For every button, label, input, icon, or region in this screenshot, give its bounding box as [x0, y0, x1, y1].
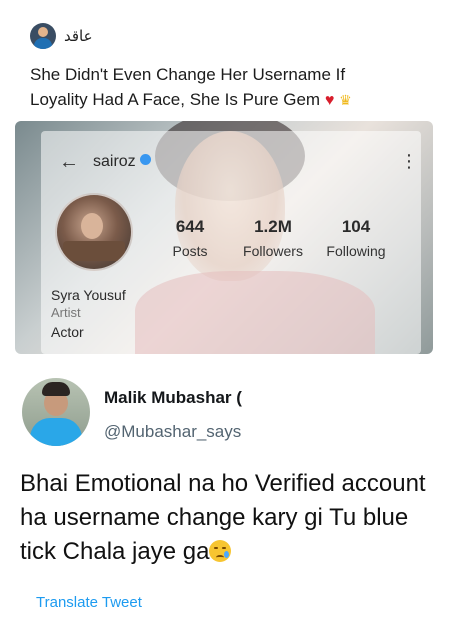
- tweet-display-name[interactable]: Malik Mubashar (: [104, 388, 242, 408]
- ig-profile-picture: [55, 193, 133, 271]
- crown-emoji-icon: ♛: [339, 92, 352, 108]
- translate-tweet-link[interactable]: Translate Tweet: [36, 594, 142, 611]
- sad-face-emoji-icon: [209, 540, 232, 562]
- tweet-text: Bhai Emotional na ho Verified account ha…: [20, 467, 440, 569]
- post-author[interactable]: عاقد: [30, 22, 93, 50]
- ig-profile-name: Syra Yousuf: [51, 287, 126, 303]
- more-options-icon: ⋮: [400, 151, 418, 171]
- instagram-profile-screenshot: ← sairoz ⋮ 644 Posts 1.2M Followers 104 …: [15, 121, 433, 354]
- stat-posts: 644 Posts: [172, 217, 208, 259]
- caption-line-2: Loyality Had A Face, She Is Pure Gem: [30, 90, 321, 109]
- verified-badge-icon: [139, 154, 151, 165]
- post-author-avatar[interactable]: [30, 23, 56, 49]
- post-author-name[interactable]: عاقد: [64, 27, 93, 45]
- stat-following: 104 Following: [326, 217, 386, 259]
- back-arrow-icon: ←: [59, 151, 79, 173]
- post-caption: She Didn't Even Change Her Username If L…: [30, 62, 430, 113]
- caption-line-1: She Didn't Even Change Her Username If: [30, 65, 346, 84]
- ig-profile-bio: Actor: [51, 324, 84, 340]
- ig-username: sairoz: [93, 153, 151, 171]
- heart-emoji-icon: ♥: [324, 92, 335, 109]
- tweet-handle[interactable]: @Mubashar_says: [104, 422, 241, 442]
- tweet-author-avatar[interactable]: [22, 378, 90, 446]
- ig-profile-category: Artist: [51, 305, 81, 320]
- stat-followers: 1.2M Followers: [243, 217, 303, 259]
